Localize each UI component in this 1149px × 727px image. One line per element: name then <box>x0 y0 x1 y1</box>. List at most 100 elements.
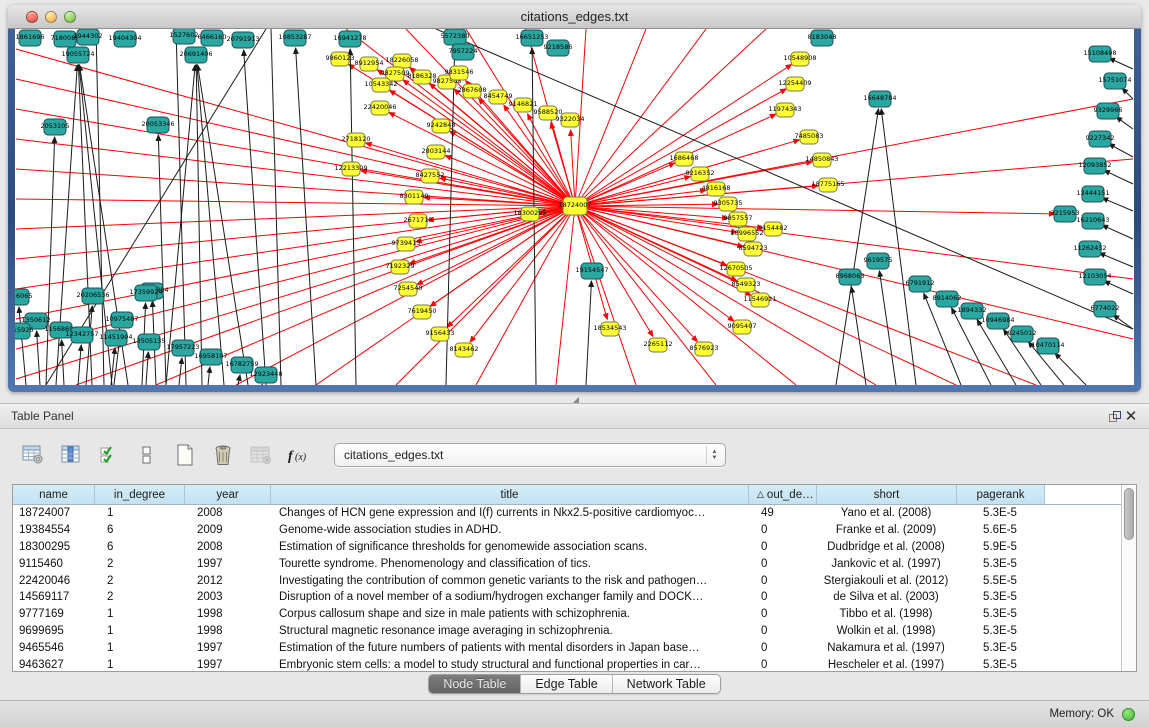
cell-pagerank[interactable]: 5.9E-5 <box>957 539 1045 556</box>
cell-year[interactable]: 1997 <box>185 555 271 572</box>
float-panel-button[interactable] <box>1105 407 1127 425</box>
graph-node-teal[interactable]: 19055724 <box>61 47 94 63</box>
tab-edge-table[interactable]: Edge Table <box>521 675 612 693</box>
network-window-titlebar[interactable]: citations_edges.txt <box>8 5 1141 29</box>
graph-node-teal[interactable]: 20053346 <box>141 117 174 133</box>
graph-node-teal[interactable]: 2516065 <box>15 289 32 305</box>
cell-name[interactable]: 9463627 <box>13 656 95 671</box>
graph-node-yellow[interactable]: 7254540 <box>394 282 423 296</box>
graph-node-teal[interactable]: 6791912 <box>906 276 935 292</box>
column-header-name[interactable]: name <box>13 485 95 504</box>
cell-pagerank[interactable]: 5.3E-5 <box>957 555 1045 572</box>
cell-out_de[interactable]: 0 <box>749 606 817 623</box>
graph-node-yellow[interactable]: 12213309 <box>334 162 367 176</box>
cell-year[interactable]: 1998 <box>185 623 271 640</box>
graph-node-teal[interactable]: 3915926 <box>15 323 33 339</box>
graph-node-yellow[interactable]: 8143462 <box>450 343 479 357</box>
cell-year[interactable]: 2008 <box>185 539 271 556</box>
graph-node-yellow[interactable]: 9095407 <box>728 320 757 334</box>
graph-node-teal[interactable]: 8183048 <box>808 30 837 46</box>
cell-in_degree[interactable]: 1 <box>95 623 185 640</box>
graph-node-teal[interactable]: 15751074 <box>1098 73 1131 89</box>
graph-node-yellow[interactable]: 8594723 <box>739 242 768 256</box>
graph-node-yellow[interactable]: 18724007 <box>558 197 591 215</box>
graph-node-yellow[interactable]: 14850843 <box>805 153 838 167</box>
graph-node-yellow[interactable]: 7485083 <box>795 130 824 144</box>
graph-node-teal[interactable]: 9245012 <box>1008 326 1037 342</box>
cell-in_degree[interactable]: 2 <box>95 572 185 589</box>
graph-node-teal[interactable]: 20791913 <box>226 32 259 48</box>
column-header-title[interactable]: title <box>271 485 749 504</box>
new-column-button[interactable] <box>172 442 198 468</box>
cell-pagerank[interactable]: 5.3E-5 <box>957 505 1045 522</box>
cell-year[interactable]: 2003 <box>185 589 271 606</box>
graph-node-yellow[interactable]: 9739413 <box>392 237 421 251</box>
cell-pagerank[interactable]: 5.3E-5 <box>957 623 1045 640</box>
cell-pagerank[interactable]: 5.6E-5 <box>957 522 1045 539</box>
dropdown-stepper-icon[interactable]: ▲▼ <box>706 446 722 464</box>
column-header-pagerank[interactable]: pagerank <box>957 485 1045 504</box>
cell-pagerank[interactable]: 5.3E-5 <box>957 639 1045 656</box>
cell-name[interactable]: 18724007 <box>13 505 95 522</box>
graph-node-yellow[interactable]: 18775165 <box>811 178 844 192</box>
graph-node-teal[interactable]: 1944302 <box>74 29 103 45</box>
graph-node-yellow[interactable]: 8301149 <box>400 190 429 204</box>
cell-short[interactable]: de Silva et al. (2003) <box>817 589 957 606</box>
graph-node-yellow[interactable]: 8912954 <box>355 57 384 71</box>
cell-name[interactable]: 14569117 <box>13 589 95 606</box>
graph-node-yellow[interactable]: 8216352 <box>686 167 715 181</box>
graph-node-teal[interactable]: 16648784 <box>863 91 896 107</box>
cell-pagerank[interactable]: 5.3E-5 <box>957 656 1045 671</box>
graph-node-teal[interactable]: 9227342 <box>1086 131 1115 147</box>
graph-node-teal[interactable]: 9619575 <box>864 253 893 269</box>
cell-in_degree[interactable]: 6 <box>95 539 185 556</box>
cell-short[interactable]: Nakamura et al. (1997) <box>817 639 957 656</box>
graph-node-yellow[interactable]: 18226058 <box>385 54 418 68</box>
cell-year[interactable]: 2008 <box>185 505 271 522</box>
panel-divider-handle[interactable]: ◢ <box>570 396 582 403</box>
graph-node-teal[interactable]: 12342757 <box>65 327 98 343</box>
memory-ok-indicator[interactable] <box>1122 708 1135 721</box>
clear-selection-button[interactable] <box>134 442 160 468</box>
table-row[interactable]: 946554611997Estimation of the future num… <box>13 639 1121 656</box>
table-row[interactable]: 1938455462009Genome-wide association stu… <box>13 522 1121 539</box>
cell-pagerank[interactable]: 5.3E-5 <box>957 589 1045 606</box>
graph-node-teal[interactable]: 1527602 <box>170 29 199 44</box>
graph-node-teal[interactable]: 7957224 <box>449 44 478 60</box>
cell-name[interactable]: 18300295 <box>13 539 95 556</box>
cell-short[interactable]: Franke et al. (2009) <box>817 522 957 539</box>
table-row[interactable]: 1456911722003Disruption of a novel membe… <box>13 589 1121 606</box>
close-panel-button[interactable]: ✕ <box>1127 407 1149 425</box>
cell-short[interactable]: Yano et al. (2008) <box>817 505 957 522</box>
graph-node-teal[interactable]: 11262432 <box>1073 241 1106 257</box>
cell-year[interactable]: 2012 <box>185 572 271 589</box>
cell-out_de[interactable]: 0 <box>749 555 817 572</box>
cell-title[interactable]: Structural magnetic resonance image aver… <box>271 623 749 640</box>
network-canvas[interactable]: 1861696718008919443021940430415276026466… <box>15 29 1134 385</box>
cell-title[interactable]: Investigating the contribution of common… <box>271 572 749 589</box>
cell-name[interactable]: 9699695 <box>13 623 95 640</box>
graph-node-teal[interactable]: 12923448 <box>249 367 282 383</box>
graph-node-teal[interactable]: 16941278 <box>333 31 366 47</box>
cell-in_degree[interactable]: 1 <box>95 656 185 671</box>
graph-node-yellow[interactable]: 22420046 <box>363 101 396 115</box>
cell-short[interactable]: Tibbo et al. (1998) <box>817 606 957 623</box>
graph-node-teal[interactable]: 9329966 <box>1094 103 1123 119</box>
cell-out_de[interactable]: 0 <box>749 572 817 589</box>
graph-node-yellow[interactable]: 9156433 <box>426 327 455 341</box>
graph-node-teal[interactable]: 13505135 <box>132 334 165 350</box>
graph-node-yellow[interactable]: 10548908 <box>783 52 816 66</box>
select-all-button[interactable] <box>96 442 122 468</box>
cell-name[interactable]: 9465546 <box>13 639 95 656</box>
cell-short[interactable]: Wolkin et al. (1998) <box>817 623 957 640</box>
scrollbar-thumb[interactable] <box>1124 488 1134 540</box>
tab-network-table[interactable]: Network Table <box>613 675 720 693</box>
table-row[interactable]: 969969511998Structural magnetic resonanc… <box>13 623 1121 640</box>
cell-short[interactable]: Jankovic et al. (1997) <box>817 555 957 572</box>
graph-node-yellow[interactable]: 8549323 <box>732 278 761 292</box>
graph-node-yellow[interactable]: 2265112 <box>644 338 673 352</box>
cell-in_degree[interactable]: 1 <box>95 639 185 656</box>
table-row[interactable]: 1872400712008Changes of HCN gene express… <box>13 505 1121 522</box>
cell-name[interactable]: 9115460 <box>13 555 95 572</box>
cell-year[interactable]: 1997 <box>185 639 271 656</box>
